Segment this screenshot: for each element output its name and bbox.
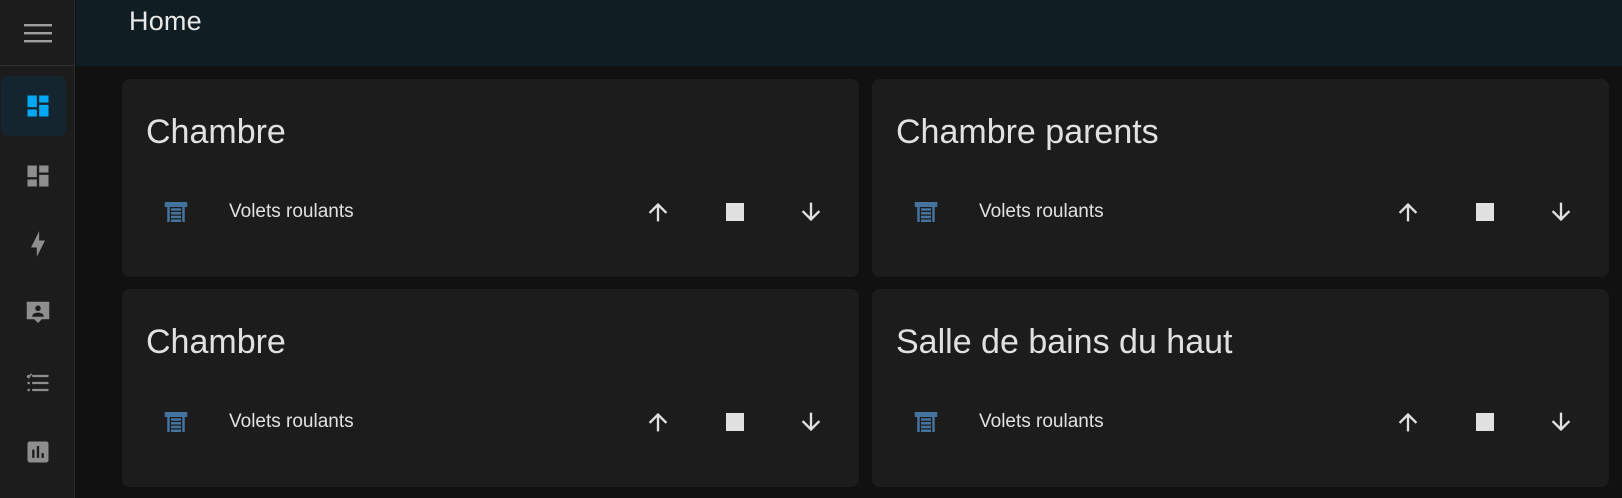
sidebar xyxy=(0,0,75,498)
card-title: Chambre xyxy=(146,323,286,361)
stop-icon xyxy=(1476,413,1494,431)
close-cover-button[interactable] xyxy=(789,190,833,234)
menu-icon xyxy=(23,23,52,42)
arrow-down-icon xyxy=(1551,202,1571,222)
page-title: Home xyxy=(129,6,202,36)
sidebar-item-todo[interactable] xyxy=(0,353,75,413)
entity-name[interactable]: Volets roulants xyxy=(229,201,354,223)
stop-icon xyxy=(726,203,744,221)
open-cover-button[interactable] xyxy=(636,190,680,234)
arrow-down-icon xyxy=(801,412,821,432)
entity-name[interactable]: Volets roulants xyxy=(979,201,1104,223)
stop-cover-button[interactable] xyxy=(1463,400,1507,444)
arrow-down-icon xyxy=(1551,412,1571,432)
chart-box-icon xyxy=(27,441,48,463)
entity-row-shutter: Volets roulants xyxy=(872,189,1609,235)
arrow-down-icon xyxy=(801,202,821,222)
entity-row-shutter: Volets roulants xyxy=(872,399,1609,445)
card-chambre-2: Chambre Volets roulants xyxy=(122,289,859,487)
card-salle-de-bains-du-haut: Salle de bains du haut Volets roulants xyxy=(872,289,1609,487)
sidebar-item-energy[interactable] xyxy=(0,214,75,274)
format-list-checks-icon xyxy=(25,373,48,392)
stop-cover-button[interactable] xyxy=(713,400,757,444)
arrow-up-icon xyxy=(648,202,668,222)
menu-button[interactable] xyxy=(0,0,75,66)
sidebar-item-history[interactable] xyxy=(0,422,75,482)
open-cover-button[interactable] xyxy=(636,400,680,444)
account-box-icon xyxy=(26,301,49,323)
entity-name[interactable]: Volets roulants xyxy=(979,411,1104,433)
arrow-up-icon xyxy=(1398,412,1418,432)
window-shutter-icon[interactable] xyxy=(161,407,191,437)
card-chambre-parents: Chambre parents Volets roulants xyxy=(872,79,1609,277)
open-cover-button[interactable] xyxy=(1386,190,1430,234)
window-shutter-icon[interactable] xyxy=(911,407,941,437)
lightning-bolt-icon xyxy=(30,231,45,257)
card-chambre: Chambre Volets roulants xyxy=(122,79,859,277)
stop-cover-button[interactable] xyxy=(1463,190,1507,234)
sidebar-item-dashboard[interactable] xyxy=(0,76,75,136)
close-cover-button[interactable] xyxy=(1539,400,1583,444)
window-shutter-icon[interactable] xyxy=(911,197,941,227)
card-title: Chambre parents xyxy=(896,113,1159,151)
stop-cover-button[interactable] xyxy=(713,190,757,234)
top-app-bar: Home xyxy=(76,0,1622,66)
arrow-up-icon xyxy=(1398,202,1418,222)
window-shutter-icon[interactable] xyxy=(161,197,191,227)
entity-row-shutter: Volets roulants xyxy=(122,189,859,235)
close-cover-button[interactable] xyxy=(1539,190,1583,234)
arrow-up-icon xyxy=(648,412,668,432)
close-cover-button[interactable] xyxy=(789,400,833,444)
view-dashboard-icon xyxy=(27,95,48,117)
entity-name[interactable]: Volets roulants xyxy=(229,411,354,433)
sidebar-item-dashboard-2[interactable] xyxy=(0,146,75,206)
entity-row-shutter: Volets roulants xyxy=(122,399,859,445)
stop-icon xyxy=(726,413,744,431)
card-title: Chambre xyxy=(146,113,286,151)
sidebar-item-logbook[interactable] xyxy=(0,283,75,343)
stop-icon xyxy=(1476,203,1494,221)
view-dashboard-variant-icon xyxy=(27,165,48,187)
card-title: Salle de bains du haut xyxy=(896,323,1233,361)
open-cover-button[interactable] xyxy=(1386,400,1430,444)
